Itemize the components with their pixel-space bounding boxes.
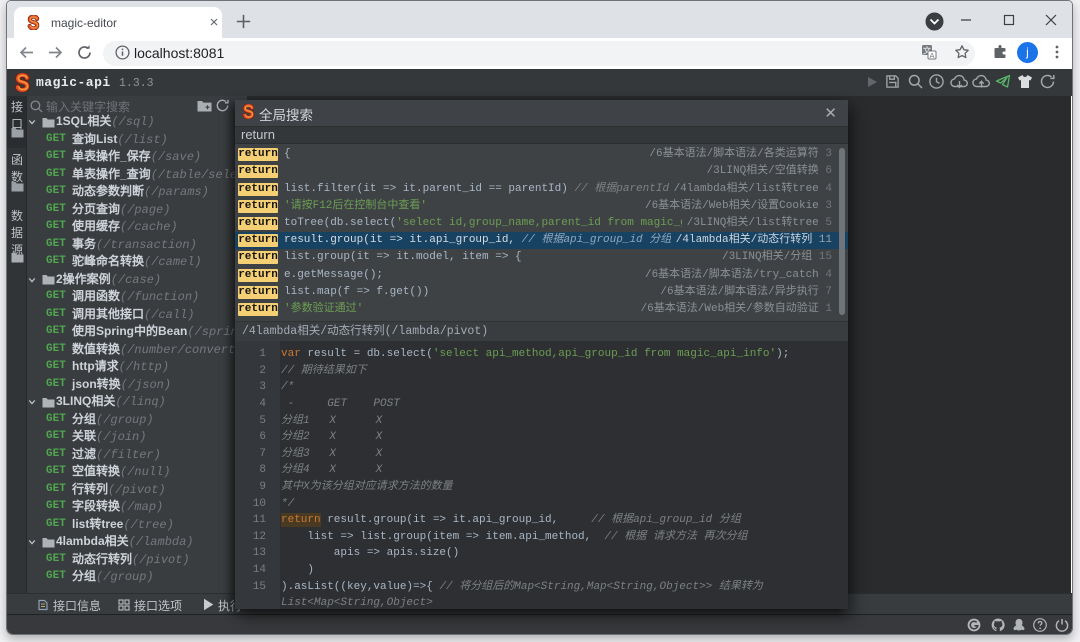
- svg-text:A: A: [929, 51, 934, 60]
